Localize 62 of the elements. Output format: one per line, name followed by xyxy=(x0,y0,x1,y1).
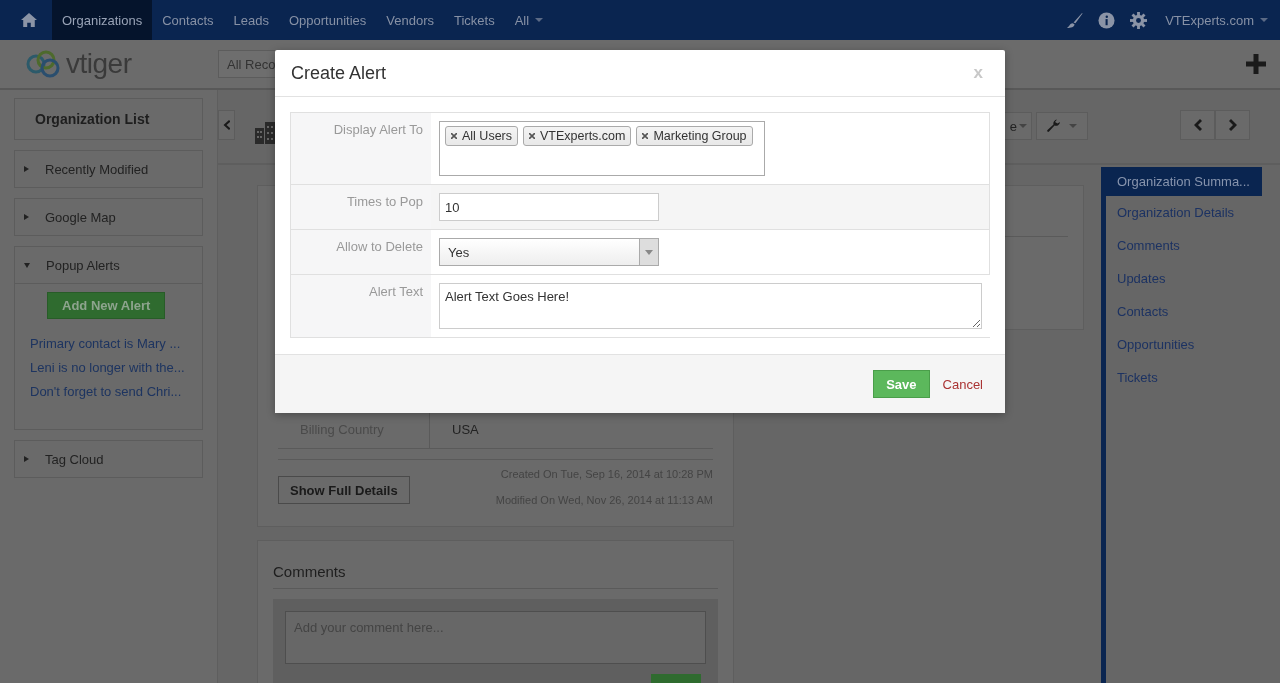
remove-icon[interactable] xyxy=(451,133,457,139)
nav-tab[interactable]: Tickets xyxy=(444,0,505,40)
widget-header[interactable]: Popup Alerts xyxy=(15,247,202,283)
save-button[interactable]: Save xyxy=(873,370,930,398)
related-nav-item[interactable]: Tickets xyxy=(1106,361,1262,394)
chevron-left-icon xyxy=(223,120,230,130)
alert-link[interactable]: Leni is no longer with the... xyxy=(30,360,202,375)
show-full-details-button[interactable]: Show Full Details xyxy=(278,476,410,504)
select-field[interactable]: Yes xyxy=(439,238,659,266)
remove-icon[interactable] xyxy=(529,133,535,139)
nav-tab[interactable]: Organizations xyxy=(52,0,153,40)
plus-icon[interactable] xyxy=(1246,54,1266,74)
times-field[interactable]: 10 xyxy=(439,193,659,221)
building-icon xyxy=(255,120,275,144)
related-nav-item[interactable]: Organization Details xyxy=(1106,196,1262,229)
field-label: Allow to Delete xyxy=(336,239,423,254)
next-button[interactable] xyxy=(1215,110,1250,140)
info-icon[interactable] xyxy=(1098,11,1116,29)
related-nav-item[interactable]: Opportunities xyxy=(1106,328,1262,361)
nav-tab[interactable]: Opportunities xyxy=(278,0,377,40)
widget-header[interactable]: Google Map xyxy=(15,199,202,235)
user-menu[interactable]: VTExperts.com xyxy=(1165,12,1268,28)
recipient-tag: Marketing Group xyxy=(636,126,753,146)
alert-text-field[interactable]: Alert Text Goes Here! xyxy=(439,283,982,329)
caret-icon xyxy=(645,249,653,255)
sidebar-title: Organization List xyxy=(14,98,203,140)
wrench-icon xyxy=(1047,119,1061,133)
nav-tab[interactable]: Vendors xyxy=(376,0,444,40)
nav-tab[interactable]: Contacts xyxy=(152,0,224,40)
widget-header[interactable]: Tag Cloud xyxy=(15,441,202,477)
widget-header[interactable]: Recently Modified xyxy=(15,151,202,187)
home-icon[interactable] xyxy=(20,12,38,28)
caret-icon xyxy=(1019,124,1027,128)
related-nav-item[interactable]: Comments xyxy=(1106,229,1262,262)
cancel-link[interactable]: Cancel xyxy=(942,376,983,392)
add-alert-button[interactable]: Add New Alert xyxy=(47,292,166,319)
field-label: Display Alert To xyxy=(333,122,423,137)
alert-link[interactable]: Don't forget to send Chri... xyxy=(30,384,202,399)
nav-tab[interactable]: All xyxy=(504,0,554,40)
related-nav-item[interactable]: Organization Summa... xyxy=(1106,167,1262,196)
field-value: USA xyxy=(451,421,479,437)
chevron-right-icon xyxy=(1228,119,1237,131)
settings-icon[interactable] xyxy=(1130,11,1148,29)
comments-title: Comments xyxy=(273,561,718,589)
collapse-button[interactable] xyxy=(218,110,235,140)
nav-tab[interactable]: Leads xyxy=(223,0,279,40)
field-label: Times to Pop xyxy=(346,194,423,209)
related-nav-item[interactable]: Updates xyxy=(1106,262,1262,295)
field-label: Alert Text xyxy=(369,284,423,299)
remove-icon[interactable] xyxy=(642,133,649,139)
brush-icon[interactable] xyxy=(1066,11,1084,29)
chevron-left-icon xyxy=(1193,119,1202,131)
related-nav-item[interactable]: Contacts xyxy=(1106,295,1262,328)
caret-icon xyxy=(1069,124,1077,128)
alert-link[interactable]: Primary contact is Mary ... xyxy=(30,336,202,351)
caret-icon xyxy=(1260,18,1268,22)
dialog-title: Create Alert xyxy=(291,62,387,84)
previous-button[interactable] xyxy=(1180,110,1215,140)
recipient-tag: All Users xyxy=(445,126,518,146)
recipient-tag: VTExperts.com xyxy=(523,126,632,146)
recipients-field[interactable]: All Users VTExperts.com Marketing Group xyxy=(439,121,765,176)
caret-icon xyxy=(535,18,544,22)
